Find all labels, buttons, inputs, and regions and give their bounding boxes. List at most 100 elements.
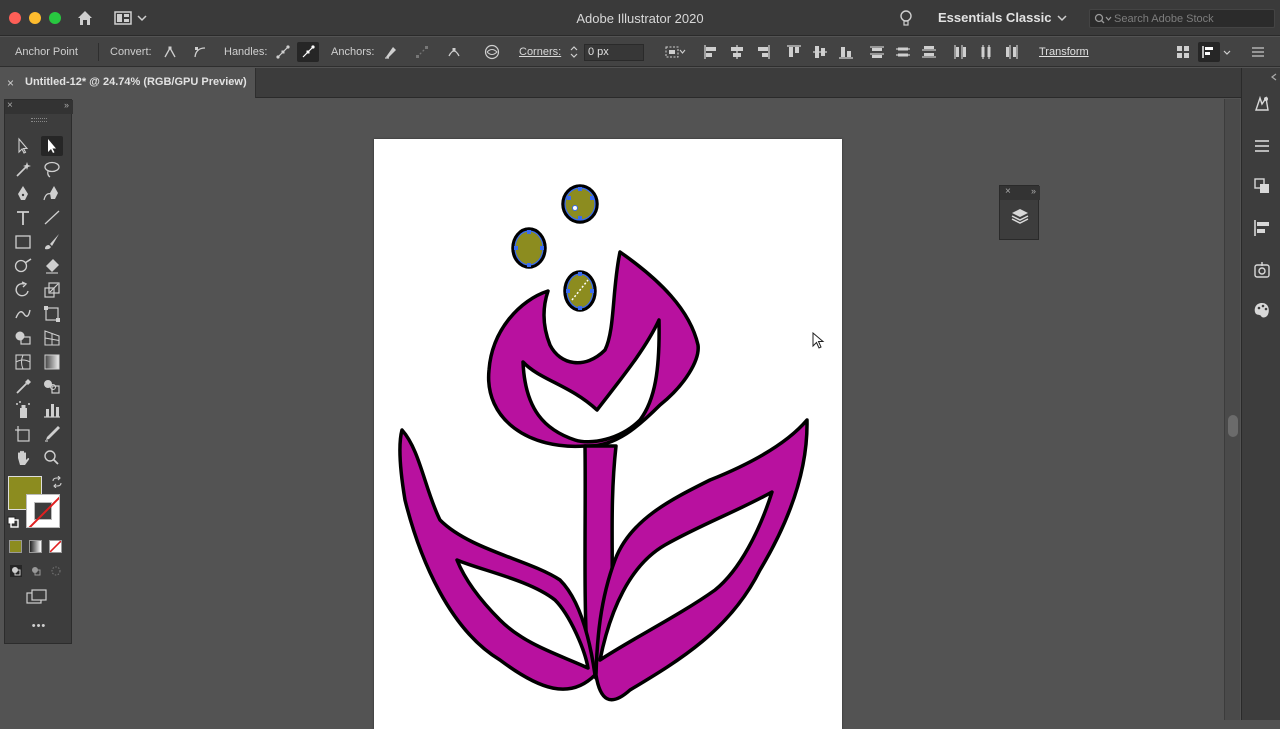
zoom-tool[interactable] xyxy=(41,448,63,468)
distribute-bottom-icon[interactable] xyxy=(921,44,937,60)
magic-wand-tool[interactable] xyxy=(12,160,34,180)
minimize-window-button[interactable] xyxy=(29,12,41,24)
align-horizontal-center-icon[interactable] xyxy=(729,44,745,60)
shaper-tool[interactable] xyxy=(12,256,34,276)
symbol-sprayer-tool[interactable] xyxy=(12,400,34,420)
distribute-right-icon[interactable] xyxy=(1004,44,1020,60)
type-tool[interactable] xyxy=(12,208,34,228)
draw-behind-icon[interactable] xyxy=(29,564,43,578)
rectangle-tool[interactable] xyxy=(12,232,34,252)
vertical-scrollbar[interactable] xyxy=(1224,99,1240,720)
scrollbar-thumb[interactable] xyxy=(1228,415,1238,437)
workspace-switcher[interactable]: Essentials Classic xyxy=(938,10,1051,25)
paintbrush-tool[interactable] xyxy=(41,232,63,252)
isolate-object-icon[interactable] xyxy=(484,44,500,60)
convert-to-corner-icon[interactable] xyxy=(162,44,178,60)
collapse-dock-icon[interactable] xyxy=(1270,72,1280,82)
document-tab[interactable]: × Untitled-12* @ 24.74% (RGB/GPU Preview… xyxy=(0,68,256,98)
align-top-icon[interactable] xyxy=(786,44,802,60)
hand-tool[interactable] xyxy=(12,448,34,468)
direct-selection-tool[interactable] xyxy=(41,136,63,156)
selection-tool[interactable] xyxy=(12,136,34,156)
draw-inside-icon[interactable] xyxy=(49,564,63,578)
asset-export-icon[interactable] xyxy=(1252,260,1272,280)
align-right-icon[interactable] xyxy=(755,44,771,60)
column-graph-tool[interactable] xyxy=(41,400,63,420)
align-vertical-center-icon[interactable] xyxy=(812,44,828,60)
close-window-button[interactable] xyxy=(9,12,21,24)
color-palette-icon[interactable] xyxy=(1252,300,1272,320)
line-segment-tool[interactable] xyxy=(41,208,63,228)
panel-grip[interactable] xyxy=(31,118,47,122)
collapse-panel-icon[interactable]: ›› xyxy=(1031,186,1036,196)
lasso-tool[interactable] xyxy=(41,160,63,180)
cut-path-icon[interactable] xyxy=(446,44,462,60)
perspective-grid-tool[interactable] xyxy=(41,328,63,348)
color-mode-button[interactable] xyxy=(9,540,22,553)
distribute-top-icon[interactable] xyxy=(869,44,885,60)
properties-toggle-button[interactable] xyxy=(1198,42,1220,62)
distribute-vertical-center-icon[interactable] xyxy=(895,44,911,60)
align-bottom-icon[interactable] xyxy=(838,44,854,60)
document-title: Untitled-12* @ 24.74% (RGB/GPU Preview) xyxy=(25,76,247,88)
panel-menu-icon[interactable] xyxy=(1250,44,1266,60)
home-icon[interactable] xyxy=(76,9,94,27)
show-handles-icon[interactable] xyxy=(275,44,291,60)
curvature-tool[interactable] xyxy=(41,184,63,204)
arrange-documents-icon[interactable] xyxy=(114,9,150,27)
hide-handles-button[interactable] xyxy=(297,42,319,62)
mesh-tool[interactable] xyxy=(12,352,34,372)
corners-stepper-icon[interactable] xyxy=(569,44,579,60)
gradient-tool[interactable] xyxy=(41,352,63,372)
corners-label[interactable]: Corners: xyxy=(519,37,561,67)
none-mode-button[interactable] xyxy=(49,540,62,553)
eraser-tool[interactable] xyxy=(41,256,63,276)
zoom-window-button[interactable] xyxy=(49,12,61,24)
stock-search[interactable] xyxy=(1089,9,1275,28)
blend-tool[interactable] xyxy=(41,376,63,396)
transform-panel-icon[interactable] xyxy=(1252,176,1272,196)
slice-tool[interactable] xyxy=(41,424,63,444)
rotate-icon xyxy=(15,281,29,297)
search-input[interactable] xyxy=(1114,11,1272,26)
corners-radius-input[interactable]: 0 px xyxy=(584,44,644,61)
distribute-left-icon[interactable] xyxy=(952,44,968,60)
discover-lightbulb-icon[interactable] xyxy=(898,9,914,27)
transform-link[interactable]: Transform xyxy=(1039,37,1089,67)
draw-normal-icon[interactable] xyxy=(9,564,23,578)
align-panel-icon[interactable] xyxy=(1252,218,1272,238)
collapse-panel-icon[interactable]: ›› xyxy=(64,100,69,110)
gradient-mode-button[interactable] xyxy=(29,540,42,553)
scale-tool[interactable] xyxy=(41,280,63,300)
rotate-tool[interactable] xyxy=(12,280,34,300)
cc-libraries-icon[interactable] xyxy=(1252,94,1272,114)
scale-icon xyxy=(44,282,60,298)
free-transform-tool[interactable] xyxy=(41,304,63,324)
edit-toolbar-button[interactable]: ••• xyxy=(5,620,73,632)
convert-to-smooth-icon[interactable] xyxy=(192,44,208,60)
align-to-selection-icon[interactable] xyxy=(664,44,686,60)
properties-panel-icon[interactable] xyxy=(1252,136,1272,156)
blend-icon xyxy=(44,380,60,394)
swap-fill-stroke-icon[interactable] xyxy=(51,476,63,488)
arrange-grid-icon[interactable] xyxy=(1175,44,1191,60)
artboard-tool[interactable] xyxy=(12,424,34,444)
warp-tool[interactable] xyxy=(12,304,34,324)
align-left-icon[interactable] xyxy=(703,44,719,60)
screen-mode-icon[interactable] xyxy=(25,588,49,606)
distribute-horizontal-center-icon[interactable] xyxy=(978,44,994,60)
close-panel-icon[interactable]: × xyxy=(1005,186,1011,197)
pen-tool[interactable] xyxy=(12,184,34,204)
artwork[interactable] xyxy=(374,139,842,720)
shape-builder-tool[interactable] xyxy=(12,328,34,348)
layers-icon[interactable] xyxy=(1010,206,1030,226)
eyedropper-tool[interactable] xyxy=(12,376,34,396)
chevron-down-icon[interactable] xyxy=(1056,12,1068,24)
chevron-down-icon[interactable] xyxy=(1222,44,1232,60)
column-graph-icon xyxy=(44,404,60,418)
default-fill-stroke-icon[interactable] xyxy=(7,516,19,528)
remove-anchor-icon[interactable] xyxy=(383,44,399,60)
close-panel-icon[interactable]: × xyxy=(7,100,13,111)
close-tab-icon[interactable]: × xyxy=(7,76,14,90)
stroke-swatch[interactable] xyxy=(26,494,60,528)
